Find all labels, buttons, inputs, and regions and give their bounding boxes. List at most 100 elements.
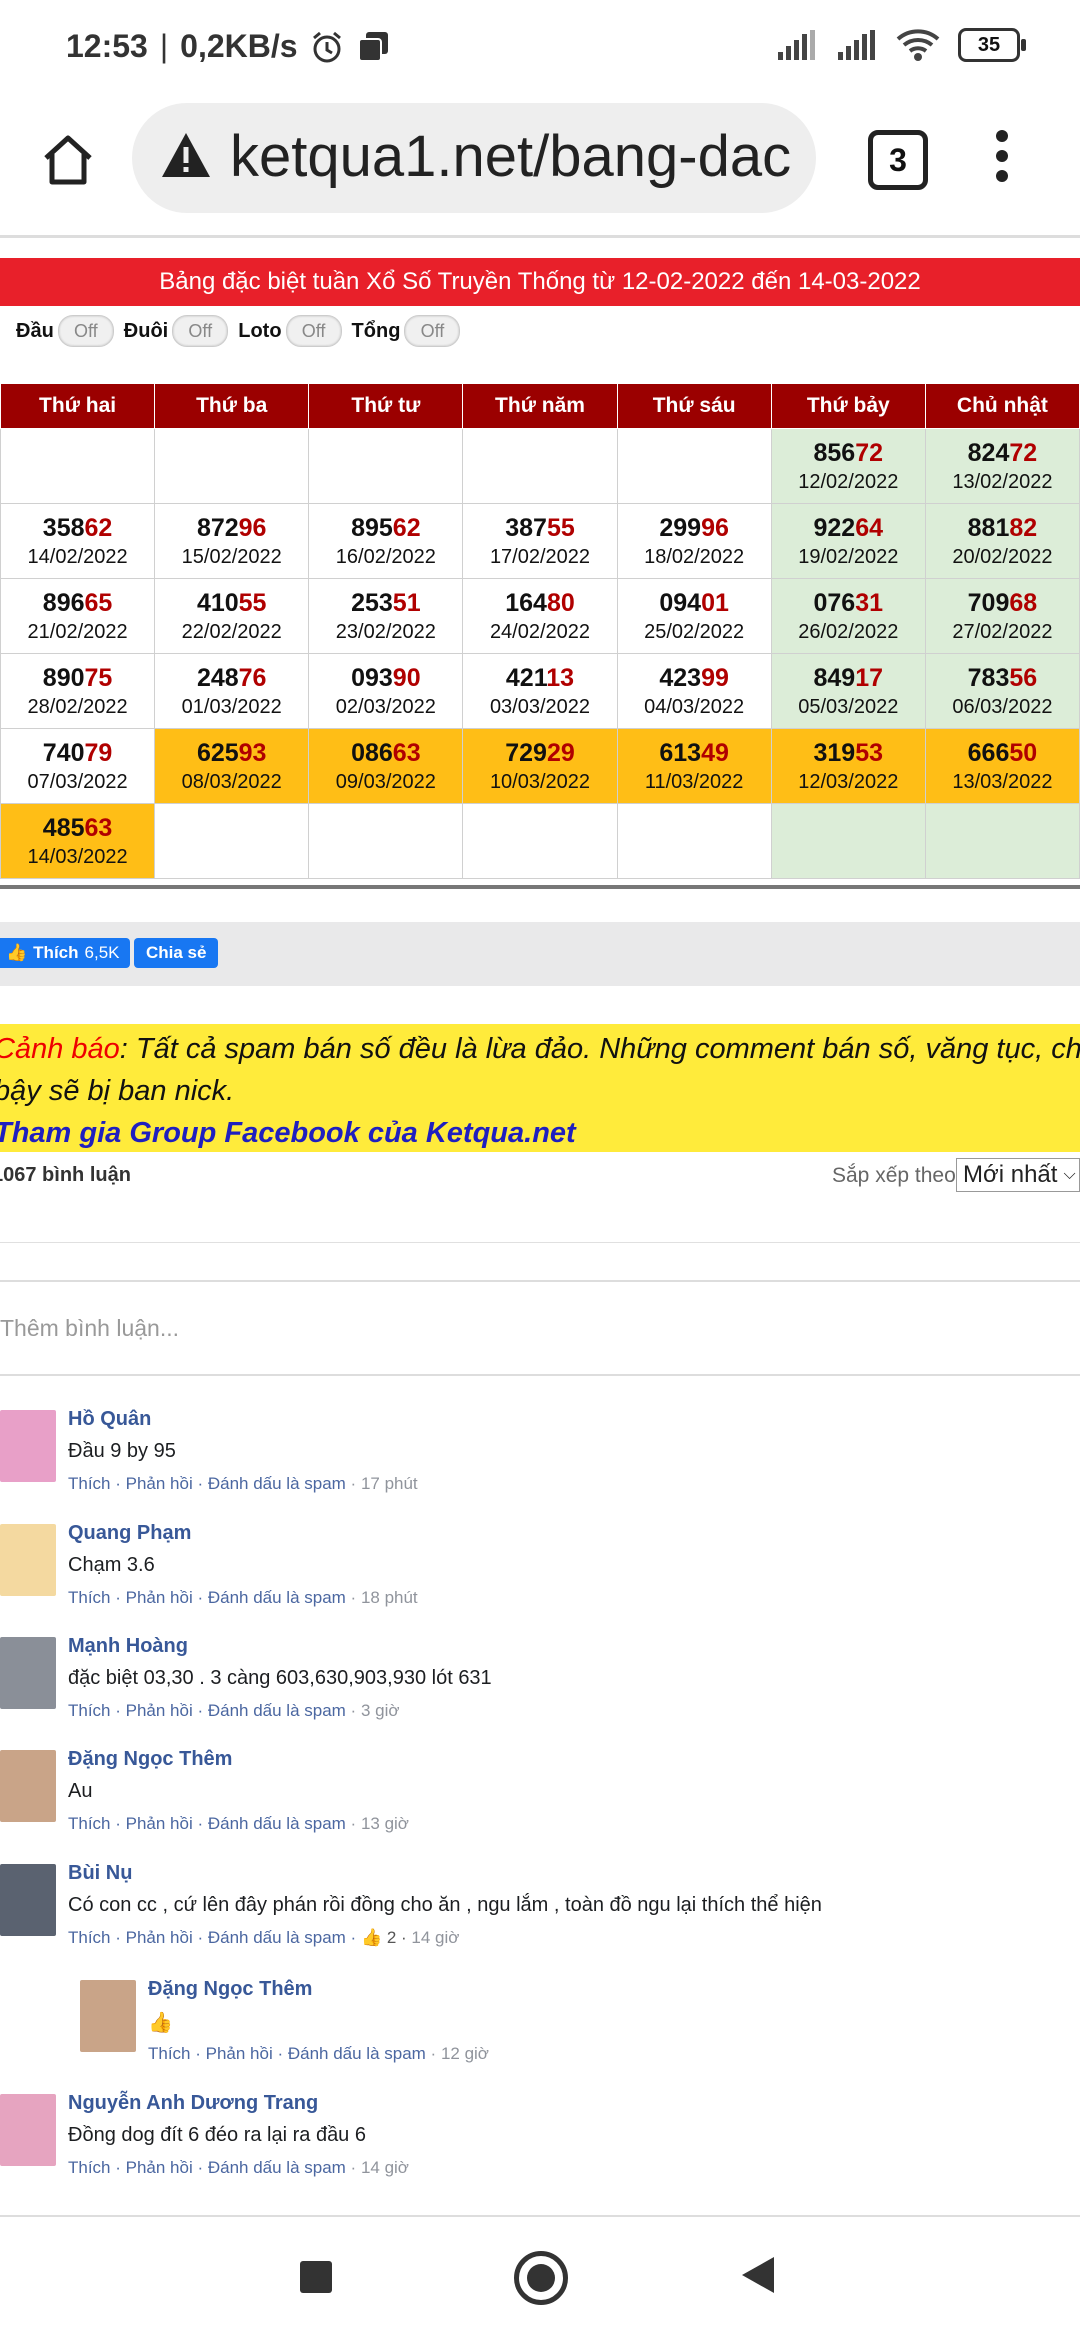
result-number: 16480 — [463, 587, 616, 619]
result-head-digits: 783 — [967, 664, 1010, 692]
status-bar: 12:53 | 0,2KB/s 35 — [0, 0, 1080, 100]
comment-actions[interactable]: Thích · Phản hồi · Đánh dấu là spam · 17… — [68, 1474, 418, 1494]
result-date: 25/02/2022 — [644, 621, 745, 643]
comment-author[interactable]: Đặng Ngọc Thêm — [68, 1748, 232, 1771]
comment-actions[interactable]: Thích · Phản hồi · Đánh dấu là spam · 18… — [68, 1588, 418, 1608]
result-number: 48563 — [1, 812, 154, 844]
result-date: 21/02/2022 — [27, 621, 128, 643]
result-tail-digits: 13 — [546, 664, 575, 692]
result-date: 12/02/2022 — [798, 471, 899, 493]
comment-author[interactable]: Bùi Nụ — [68, 1862, 132, 1885]
comment-action-links[interactable]: Thích · Phản hồi · Đánh dấu là spam — [68, 1814, 351, 1833]
result-cell — [462, 803, 618, 879]
result-head-digits: 319 — [813, 739, 856, 767]
warning-icon[interactable] — [160, 129, 212, 181]
comment-author[interactable]: Nguyễn Anh Dương Trang — [68, 2092, 318, 2115]
result-head-digits: 849 — [813, 664, 856, 692]
result-cell: 72929 10/03/2022 — [462, 728, 618, 804]
avatar[interactable] — [0, 1637, 56, 1709]
signal-icon-1 — [778, 30, 815, 60]
recents-button[interactable] — [300, 2261, 332, 2293]
result-cell — [0, 428, 156, 504]
result-cell — [308, 803, 464, 879]
more-menu-icon[interactable] — [990, 130, 1014, 190]
avatar[interactable] — [0, 1750, 56, 1822]
toggle-bar: Đầu Off Đuôi Off Loto Off Tổng Off — [16, 314, 470, 348]
chevron-down-icon: ⌵ — [1063, 1166, 1076, 1183]
result-number: 08663 — [309, 737, 462, 769]
result-cell: 88182 20/02/2022 — [924, 503, 1080, 579]
comment-actions[interactable]: Thích · Phản hồi · Đánh dấu là spam · 13… — [68, 1814, 409, 1834]
result-tail-digits: 79 — [84, 739, 113, 767]
comment-actions[interactable]: Thích · Phản hồi · Đánh dấu là spam · 3 … — [68, 1701, 400, 1721]
comment-action-links[interactable]: Thích · Phản hồi · Đánh dấu là spam — [68, 1474, 351, 1493]
avatar[interactable] — [0, 2094, 56, 2166]
home-icon[interactable] — [38, 130, 98, 190]
result-cell: 09390 02/03/2022 — [308, 653, 464, 729]
avatar[interactable] — [0, 1524, 56, 1596]
result-head-digits: 421 — [505, 664, 547, 692]
tab-switcher-button[interactable]: 3 — [868, 130, 928, 190]
result-cell: 24876 01/03/2022 — [154, 653, 310, 729]
comment-input[interactable]: Thêm bình luận... — [0, 1282, 1080, 1376]
result-date: 09/03/2022 — [335, 771, 436, 793]
header-thu-bay: Thứ bảy — [770, 383, 926, 429]
comment-author[interactable]: Đặng Ngọc Thêm — [148, 1978, 312, 2001]
back-button[interactable] — [742, 2257, 774, 2293]
result-cell — [770, 803, 926, 879]
result-tail-digits: 80 — [546, 589, 575, 617]
avatar[interactable] — [80, 1980, 136, 2052]
result-head-digits: 613 — [659, 739, 702, 767]
result-cell: 78356 06/03/2022 — [924, 653, 1080, 729]
sort-value: Mới nhất — [963, 1161, 1058, 1188]
facebook-share-button[interactable]: Chia sẻ — [134, 938, 219, 968]
result-cell: 25351 23/02/2022 — [308, 578, 464, 654]
result-date: 08/03/2022 — [181, 771, 282, 793]
comment-action-links[interactable]: Thích · Phản hồi · Đánh dấu là spam — [148, 2044, 431, 2063]
comment-actions[interactable]: Thích · Phản hồi · Đánh dấu là spam · 14… — [68, 2158, 409, 2178]
sort-select[interactable]: Mới nhất ⌵ — [956, 1158, 1080, 1192]
comment-author[interactable]: Hồ Quân — [68, 1408, 151, 1431]
result-cell — [616, 428, 772, 504]
toggle-tong[interactable]: Off — [404, 315, 461, 347]
result-head-digits: 895 — [351, 514, 393, 542]
result-number: 72929 — [463, 737, 616, 769]
comment-action-links[interactable]: Thích · Phản hồi · Đánh dấu là spam — [68, 1588, 351, 1607]
home-nav-button[interactable] — [514, 2251, 568, 2305]
facebook-group-link[interactable]: Tham gia Group Facebook của Ketqua.net — [0, 1112, 576, 1154]
signal-icon-2 — [838, 30, 875, 60]
toggle-label-dau: Đầu — [16, 319, 54, 342]
comment-time: 13 giờ — [360, 1814, 409, 1833]
facebook-like-button[interactable]: 👍 Thích 6,5K — [0, 938, 130, 968]
toggle-dau[interactable]: Off — [57, 315, 114, 347]
avatar[interactable] — [0, 1410, 56, 1482]
warning-prefix: Cảnh báo — [0, 1033, 120, 1065]
comment-actions[interactable]: Thích · Phản hồi · Đánh dấu là spam · 👍 … — [68, 1928, 459, 1948]
result-date: 24/02/2022 — [489, 621, 591, 643]
avatar[interactable] — [0, 1864, 56, 1936]
url-text[interactable]: ketqua1.net/bang-dac — [230, 123, 800, 190]
comment-time: 14 giờ — [411, 1928, 460, 1947]
result-tail-digits: 75 — [84, 664, 113, 692]
result-head-digits: 387 — [505, 514, 547, 542]
comment-author[interactable]: Mạnh Hoàng — [68, 1635, 188, 1658]
result-date: 06/03/2022 — [952, 696, 1053, 718]
notification-icon — [357, 31, 388, 62]
toggle-duoi[interactable]: Off — [172, 315, 229, 347]
table-row: 89075 28/02/2022 24876 01/03/2022 09390 02/03… — [0, 653, 1080, 729]
comment-actions[interactable]: Thích · Phản hồi · Đánh dấu là spam · 12… — [148, 2044, 489, 2064]
address-bar[interactable]: ketqua1.net/bang-dac — [132, 103, 816, 213]
comment-action-links[interactable]: Thích · Phản hồi · Đánh dấu là spam — [68, 1701, 351, 1720]
result-tail-digits: 96 — [238, 514, 267, 542]
result-tail-digits: 76 — [238, 664, 267, 692]
toggle-loto[interactable]: Off — [285, 315, 342, 347]
result-tail-digits: 01 — [701, 589, 729, 617]
result-date: 05/03/2022 — [798, 696, 899, 718]
result-head-digits: 358 — [42, 514, 85, 542]
comment-author[interactable]: Quang Phạm — [68, 1522, 191, 1545]
spam-warning: Cảnh báo: Tất cả spam bán số đều là lừa … — [0, 1024, 1080, 1152]
result-tail-digits: 62 — [392, 514, 421, 542]
result-number: 66650 — [926, 737, 1079, 769]
comment-action-links[interactable]: Thích · Phản hồi · Đánh dấu là spam — [68, 2158, 351, 2177]
comment-action-links[interactable]: Thích · Phản hồi · Đánh dấu là spam · — [68, 1928, 361, 1947]
